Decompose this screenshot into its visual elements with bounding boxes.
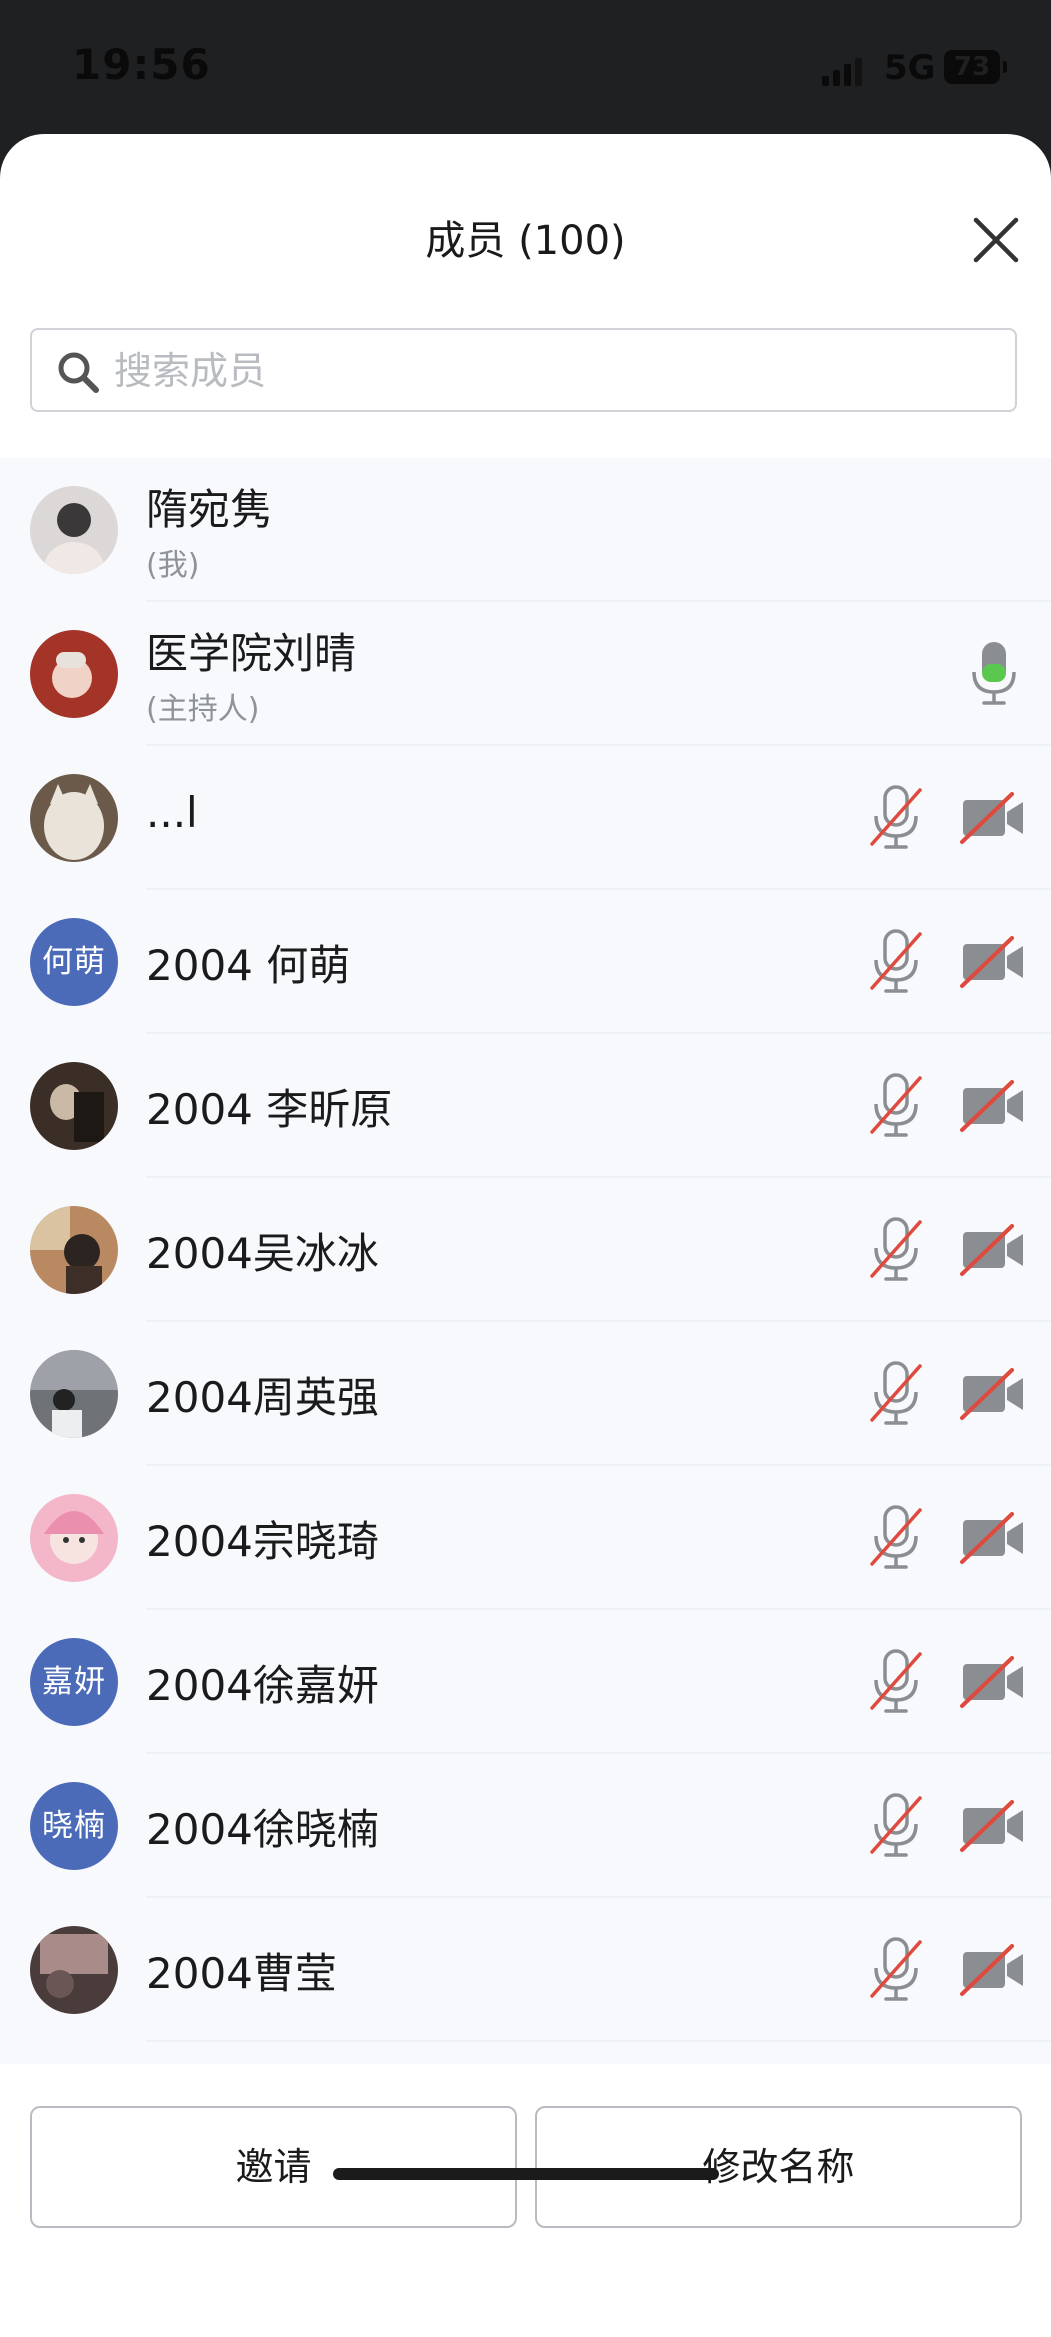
avatar [30, 774, 118, 862]
battery-level: 73 [953, 52, 991, 82]
search-box[interactable] [30, 328, 1017, 412]
list-item[interactable]: 医学院刘晴 (主持人) [0, 602, 1051, 746]
list-item[interactable]: 晓楠 2004徐晓楠 [0, 1754, 1051, 1898]
list-item[interactable]: 2004 李昕原 [0, 1034, 1051, 1178]
camera-off-icon[interactable] [960, 1510, 1026, 1566]
member-name: 2004徐嘉妍 [146, 1661, 379, 1710]
signal-icon [822, 56, 866, 86]
camera-off-icon[interactable] [960, 1654, 1026, 1710]
status-bar: 19:56 5G 73 [0, 0, 1051, 140]
mic-muted-icon[interactable] [866, 1792, 926, 1860]
list-item[interactable]: 2004周英强 [0, 1322, 1051, 1466]
avatar [30, 1350, 118, 1438]
list-item[interactable]: 2004宗晓琦 [0, 1466, 1051, 1610]
search-icon [58, 352, 99, 393]
network-type: 5G [884, 48, 936, 88]
rename-button[interactable]: 修改名称 [535, 2106, 1022, 2228]
status-time: 19:56 [72, 40, 211, 89]
member-name: 2004 何萌 [146, 941, 351, 990]
member-name: ...l [146, 788, 198, 837]
member-name: 2004 李昕原 [146, 1085, 393, 1134]
member-name: 2004曹莹 [146, 1949, 337, 1998]
mic-muted-icon[interactable] [866, 1504, 926, 1572]
member-role: (主持人) [146, 692, 260, 727]
page-title: 成员 (100) [425, 218, 626, 264]
member-name: 2004吴冰冰 [146, 1229, 379, 1278]
avatar [30, 1062, 118, 1150]
camera-off-icon[interactable] [960, 790, 1026, 846]
footer-actions: 邀请 修改名称 [0, 2064, 1051, 2337]
list-item[interactable]: ...l [0, 746, 1051, 890]
list-item[interactable]: 何萌 2004 何萌 [0, 890, 1051, 1034]
camera-off-icon[interactable] [960, 1222, 1026, 1278]
camera-off-icon[interactable] [960, 1078, 1026, 1134]
list-item[interactable]: 隋宛隽 (我) [0, 458, 1051, 602]
member-name: 2004周英强 [146, 1373, 379, 1422]
camera-off-icon[interactable] [960, 1798, 1026, 1854]
mic-muted-icon[interactable] [866, 1360, 926, 1428]
avatar: 何萌 [30, 918, 118, 1006]
avatar [30, 486, 118, 574]
avatar [30, 1206, 118, 1294]
member-name: 隋宛隽 [146, 485, 273, 534]
avatar: 嘉妍 [30, 1638, 118, 1726]
mic-active-icon[interactable] [964, 640, 1024, 708]
avatar [30, 630, 118, 718]
mic-muted-icon[interactable] [866, 1648, 926, 1716]
list-item[interactable]: 嘉妍 2004徐嘉妍 [0, 1610, 1051, 1754]
close-icon[interactable] [968, 212, 1024, 268]
member-name: 2004宗晓琦 [146, 1517, 379, 1566]
camera-off-icon[interactable] [960, 934, 1026, 990]
camera-off-icon[interactable] [960, 1942, 1026, 1998]
search-input[interactable] [112, 338, 996, 404]
member-name: 2004徐晓楠 [146, 1805, 379, 1854]
avatar [30, 1494, 118, 1582]
camera-off-icon[interactable] [960, 1366, 1026, 1422]
avatar [30, 1926, 118, 2014]
invite-button[interactable]: 邀请 [30, 2106, 517, 2228]
mic-muted-icon[interactable] [866, 1936, 926, 2004]
mic-muted-icon[interactable] [866, 1072, 926, 1140]
list-item[interactable]: 2004曹莹 [0, 1898, 1051, 2042]
mic-muted-icon[interactable] [866, 784, 926, 852]
list-item[interactable]: 2004吴冰冰 [0, 1178, 1051, 1322]
member-name: 医学院刘晴 [146, 629, 357, 678]
mic-muted-icon[interactable] [866, 1216, 926, 1284]
member-role: (我) [146, 548, 200, 583]
home-indicator[interactable] [333, 2168, 719, 2180]
battery-icon: 73 [944, 50, 1007, 84]
member-list: 隋宛隽 (我) 医学院刘晴 (主持人) ...l 何萌 2004 何萌 2004… [0, 458, 1051, 2064]
members-sheet: 成员 (100) 隋宛隽 (我) 医学院刘晴 (主持人) [0, 134, 1051, 2337]
mic-muted-icon[interactable] [866, 928, 926, 996]
avatar: 晓楠 [30, 1782, 118, 1870]
